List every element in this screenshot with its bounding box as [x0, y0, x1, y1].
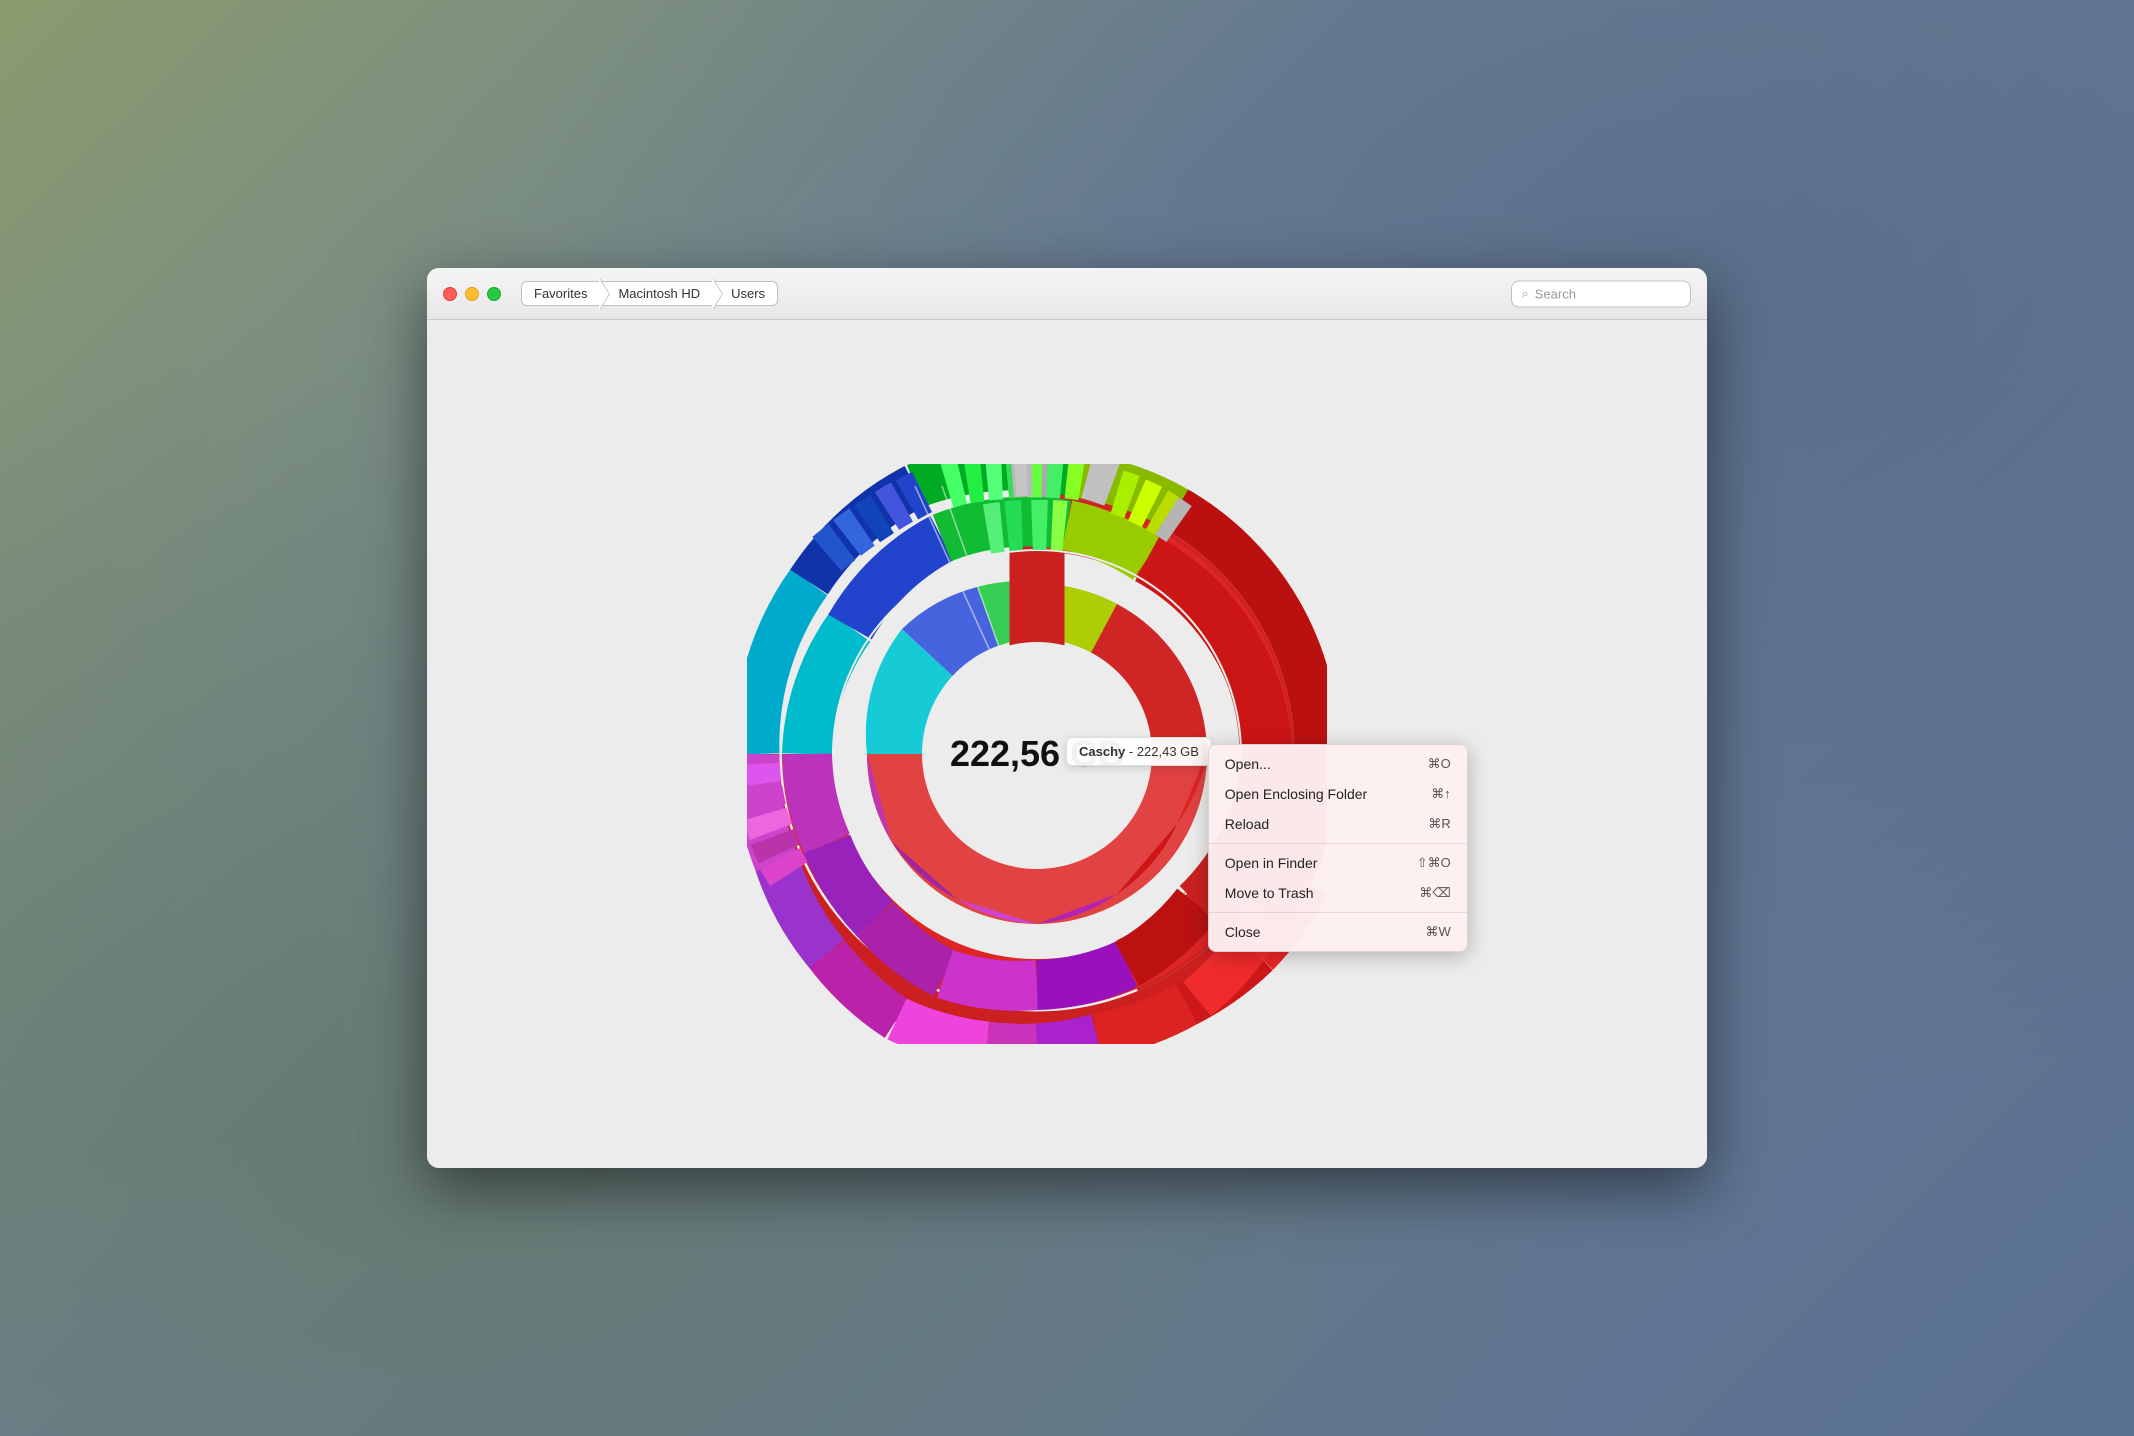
context-menu-shortcut-open-finder: ⇧⌘O [1417, 855, 1451, 871]
traffic-lights [443, 287, 501, 301]
context-menu-item-move-trash[interactable]: Move to Trash ⌘⌫ [1209, 878, 1467, 908]
search-icon: ⌕ [1522, 286, 1529, 301]
context-menu-label-reload: Reload [1225, 816, 1269, 832]
app-window: Favorites Macintosh HD Users ⌕ Search [427, 268, 1707, 1168]
context-menu-label-open: Open... [1225, 756, 1271, 772]
context-menu-item-reload[interactable]: Reload ⌘R [1209, 809, 1467, 839]
context-menu-section-2: Open in Finder ⇧⌘O Move to Trash ⌘⌫ [1209, 843, 1467, 912]
context-menu-item-open-finder[interactable]: Open in Finder ⇧⌘O [1209, 848, 1467, 878]
search-bar[interactable]: ⌕ Search [1511, 280, 1691, 307]
context-menu-label-open-finder: Open in Finder [1225, 855, 1318, 871]
close-button[interactable] [443, 287, 457, 301]
tooltip-size: 222,43 GB [1137, 744, 1199, 759]
breadcrumb: Favorites Macintosh HD Users [521, 281, 778, 306]
search-input[interactable]: Search [1535, 286, 1665, 301]
titlebar: Favorites Macintosh HD Users ⌕ Search [427, 268, 1707, 320]
tooltip: Caschy - 222,43 GB [1066, 737, 1212, 766]
breadcrumb-item-macintosh-hd[interactable]: Macintosh HD [600, 281, 713, 306]
context-menu-item-open[interactable]: Open... ⌘O [1209, 749, 1467, 779]
tooltip-separator: - [1125, 744, 1137, 759]
context-menu-label-move-trash: Move to Trash [1225, 885, 1314, 901]
context-menu-shortcut-move-trash: ⌘⌫ [1419, 885, 1450, 901]
context-menu-section-3: Close ⌘W [1209, 912, 1467, 951]
minimize-button[interactable] [465, 287, 479, 301]
content-area: 222,56 GB Caschy - 222,43 GB Open... ⌘O … [427, 320, 1707, 1168]
context-menu-shortcut-close: ⌘W [1426, 924, 1451, 940]
context-menu-shortcut-open-enclosing: ⌘↑ [1431, 786, 1451, 802]
breadcrumb-item-favorites[interactable]: Favorites [521, 281, 600, 306]
context-menu: Open... ⌘O Open Enclosing Folder ⌘↑ Relo… [1208, 744, 1468, 952]
context-menu-shortcut-open: ⌘O [1428, 756, 1451, 772]
context-menu-item-open-enclosing[interactable]: Open Enclosing Folder ⌘↑ [1209, 779, 1467, 809]
context-menu-label-open-enclosing: Open Enclosing Folder [1225, 786, 1367, 802]
context-menu-section-1: Open... ⌘O Open Enclosing Folder ⌘↑ Relo… [1209, 745, 1467, 843]
context-menu-item-close[interactable]: Close ⌘W [1209, 917, 1467, 947]
maximize-button[interactable] [487, 287, 501, 301]
tooltip-name: Caschy [1079, 744, 1125, 759]
context-menu-shortcut-reload: ⌘R [1428, 816, 1450, 832]
context-menu-label-close: Close [1225, 924, 1261, 940]
